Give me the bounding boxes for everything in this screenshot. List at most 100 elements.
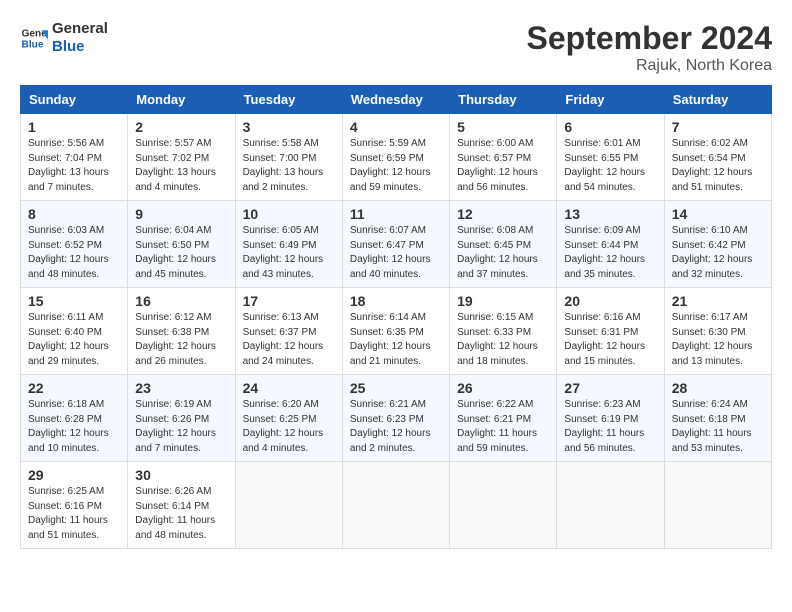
day-number: 28 — [672, 380, 764, 396]
day-info: Sunrise: 6:09 AM Sunset: 6:44 PM Dayligh… — [564, 224, 656, 282]
day-number: 3 — [243, 119, 335, 135]
day-cell-16: 16 Sunrise: 6:12 AM Sunset: 6:38 PM Dayli… — [128, 288, 235, 375]
day-cell-24: 24 Sunrise: 6:20 AM Sunset: 6:25 PM Dayli… — [235, 375, 342, 462]
day-info: Sunrise: 6:11 AM Sunset: 6:40 PM Dayligh… — [28, 311, 120, 369]
day-info: Sunrise: 6:23 AM Sunset: 6:19 PM Dayligh… — [564, 398, 656, 456]
day-number: 12 — [457, 206, 549, 222]
day-number: 27 — [564, 380, 656, 396]
day-cell-9: 9 Sunrise: 6:04 AM Sunset: 6:50 PM Daylig… — [128, 201, 235, 288]
logo: General Blue General Blue — [20, 20, 108, 56]
svg-text:Blue: Blue — [22, 39, 44, 50]
day-info: Sunrise: 6:26 AM Sunset: 6:14 PM Dayligh… — [135, 485, 227, 543]
day-number: 26 — [457, 380, 549, 396]
day-cell-14: 14 Sunrise: 6:10 AM Sunset: 6:42 PM Dayli… — [664, 201, 771, 288]
day-cell-27: 27 Sunrise: 6:23 AM Sunset: 6:19 PM Dayli… — [557, 375, 664, 462]
day-cell-empty — [664, 462, 771, 549]
day-info: Sunrise: 6:10 AM Sunset: 6:42 PM Dayligh… — [672, 224, 764, 282]
day-number: 21 — [672, 293, 764, 309]
day-number: 6 — [564, 119, 656, 135]
day-number: 7 — [672, 119, 764, 135]
day-number: 25 — [350, 380, 442, 396]
day-number: 23 — [135, 380, 227, 396]
day-number: 30 — [135, 467, 227, 483]
day-info: Sunrise: 6:01 AM Sunset: 6:55 PM Dayligh… — [564, 137, 656, 195]
calendar-table: SundayMondayTuesdayWednesdayThursdayFrid… — [20, 85, 772, 549]
svg-text:General: General — [22, 28, 48, 39]
day-info: Sunrise: 6:02 AM Sunset: 6:54 PM Dayligh… — [672, 137, 764, 195]
day-number: 10 — [243, 206, 335, 222]
day-info: Sunrise: 6:21 AM Sunset: 6:23 PM Dayligh… — [350, 398, 442, 456]
day-info: Sunrise: 6:16 AM Sunset: 6:31 PM Dayligh… — [564, 311, 656, 369]
day-number: 13 — [564, 206, 656, 222]
day-number: 14 — [672, 206, 764, 222]
column-header-tuesday: Tuesday — [235, 86, 342, 114]
day-number: 20 — [564, 293, 656, 309]
column-header-sunday: Sunday — [21, 86, 128, 114]
day-info: Sunrise: 5:56 AM Sunset: 7:04 PM Dayligh… — [28, 137, 120, 195]
day-info: Sunrise: 6:12 AM Sunset: 6:38 PM Dayligh… — [135, 311, 227, 369]
day-number: 11 — [350, 206, 442, 222]
column-header-wednesday: Wednesday — [342, 86, 449, 114]
day-cell-30: 30 Sunrise: 6:26 AM Sunset: 6:14 PM Dayli… — [128, 462, 235, 549]
day-info: Sunrise: 5:57 AM Sunset: 7:02 PM Dayligh… — [135, 137, 227, 195]
day-cell-5: 5 Sunrise: 6:00 AM Sunset: 6:57 PM Daylig… — [450, 114, 557, 201]
day-number: 5 — [457, 119, 549, 135]
day-cell-20: 20 Sunrise: 6:16 AM Sunset: 6:31 PM Dayli… — [557, 288, 664, 375]
day-cell-12: 12Sunrise: 6:08 AM Sunset: 6:45 PM Dayli… — [450, 201, 557, 288]
day-info: Sunrise: 6:18 AM Sunset: 6:28 PM Dayligh… — [28, 398, 120, 456]
day-info: Sunrise: 5:59 AM Sunset: 6:59 PM Dayligh… — [350, 137, 442, 195]
day-cell-18: 18Sunrise: 6:14 AM Sunset: 6:35 PM Dayli… — [342, 288, 449, 375]
day-number: 1 — [28, 119, 120, 135]
day-cell-3: 3 Sunrise: 5:58 AM Sunset: 7:00 PM Daylig… — [235, 114, 342, 201]
month-title: September 2024 — [527, 20, 772, 57]
column-header-monday: Monday — [128, 86, 235, 114]
day-cell-10: 10 Sunrise: 6:05 AM Sunset: 6:49 PM Dayli… — [235, 201, 342, 288]
calendar-header-row: SundayMondayTuesdayWednesdayThursdayFrid… — [21, 86, 772, 114]
column-header-thursday: Thursday — [450, 86, 557, 114]
day-info: Sunrise: 6:04 AM Sunset: 6:50 PM Dayligh… — [135, 224, 227, 282]
day-number: 9 — [135, 206, 227, 222]
day-cell-8: 8 Sunrise: 6:03 AM Sunset: 6:52 PM Daylig… — [21, 201, 128, 288]
day-number: 15 — [28, 293, 120, 309]
day-number: 24 — [243, 380, 335, 396]
day-info: Sunrise: 6:03 AM Sunset: 6:52 PM Dayligh… — [28, 224, 120, 282]
day-cell-11: 11 Sunrise: 6:07 AM Sunset: 6:47 PM Dayli… — [342, 201, 449, 288]
day-cell-empty — [450, 462, 557, 549]
logo-general: General — [52, 20, 108, 38]
day-info: Sunrise: 6:22 AM Sunset: 6:21 PM Dayligh… — [457, 398, 549, 456]
day-info: Sunrise: 6:05 AM Sunset: 6:49 PM Dayligh… — [243, 224, 335, 282]
day-number: 2 — [135, 119, 227, 135]
day-cell-empty — [235, 462, 342, 549]
page-header: General Blue General Blue September 2024… — [20, 20, 772, 75]
week-row-3: 15 Sunrise: 6:11 AM Sunset: 6:40 PM Dayli… — [21, 288, 772, 375]
day-info: Sunrise: 6:07 AM Sunset: 6:47 PM Dayligh… — [350, 224, 442, 282]
day-cell-empty — [342, 462, 449, 549]
day-cell-7: 7 Sunrise: 6:02 AM Sunset: 6:54 PM Daylig… — [664, 114, 771, 201]
day-cell-23: 23 Sunrise: 6:19 AM Sunset: 6:26 PM Dayli… — [128, 375, 235, 462]
week-row-2: 8 Sunrise: 6:03 AM Sunset: 6:52 PM Daylig… — [21, 201, 772, 288]
day-number: 4 — [350, 119, 442, 135]
day-info: Sunrise: 6:20 AM Sunset: 6:25 PM Dayligh… — [243, 398, 335, 456]
day-cell-2: 2 Sunrise: 5:57 AM Sunset: 7:02 PM Daylig… — [128, 114, 235, 201]
day-cell-1: 1 Sunrise: 5:56 AM Sunset: 7:04 PM Daylig… — [21, 114, 128, 201]
day-cell-19: 19Sunrise: 6:15 AM Sunset: 6:33 PM Dayli… — [450, 288, 557, 375]
day-number: 16 — [135, 293, 227, 309]
day-info: Sunrise: 6:17 AM Sunset: 6:30 PM Dayligh… — [672, 311, 764, 369]
day-cell-25: 25 Sunrise: 6:21 AM Sunset: 6:23 PM Dayli… — [342, 375, 449, 462]
day-cell-26: 26 Sunrise: 6:22 AM Sunset: 6:21 PM Dayli… — [450, 375, 557, 462]
day-cell-15: 15 Sunrise: 6:11 AM Sunset: 6:40 PM Dayli… — [21, 288, 128, 375]
day-number: 18 — [350, 293, 442, 309]
title-block: September 2024 Rajuk, North Korea — [527, 20, 772, 75]
day-cell-22: 22 Sunrise: 6:18 AM Sunset: 6:28 PM Dayli… — [21, 375, 128, 462]
day-info: Sunrise: 6:00 AM Sunset: 6:57 PM Dayligh… — [457, 137, 549, 195]
day-info: Sunrise: 6:13 AM Sunset: 6:37 PM Dayligh… — [243, 311, 335, 369]
day-number: 22 — [28, 380, 120, 396]
column-header-saturday: Saturday — [664, 86, 771, 114]
day-number: 8 — [28, 206, 120, 222]
logo-icon: General Blue — [20, 24, 48, 52]
day-info: Sunrise: 6:24 AM Sunset: 6:18 PM Dayligh… — [672, 398, 764, 456]
day-info: Sunrise: 5:58 AM Sunset: 7:00 PM Dayligh… — [243, 137, 335, 195]
week-row-5: 29Sunrise: 6:25 AM Sunset: 6:16 PM Dayli… — [21, 462, 772, 549]
location: Rajuk, North Korea — [527, 57, 772, 75]
day-info: Sunrise: 6:19 AM Sunset: 6:26 PM Dayligh… — [135, 398, 227, 456]
